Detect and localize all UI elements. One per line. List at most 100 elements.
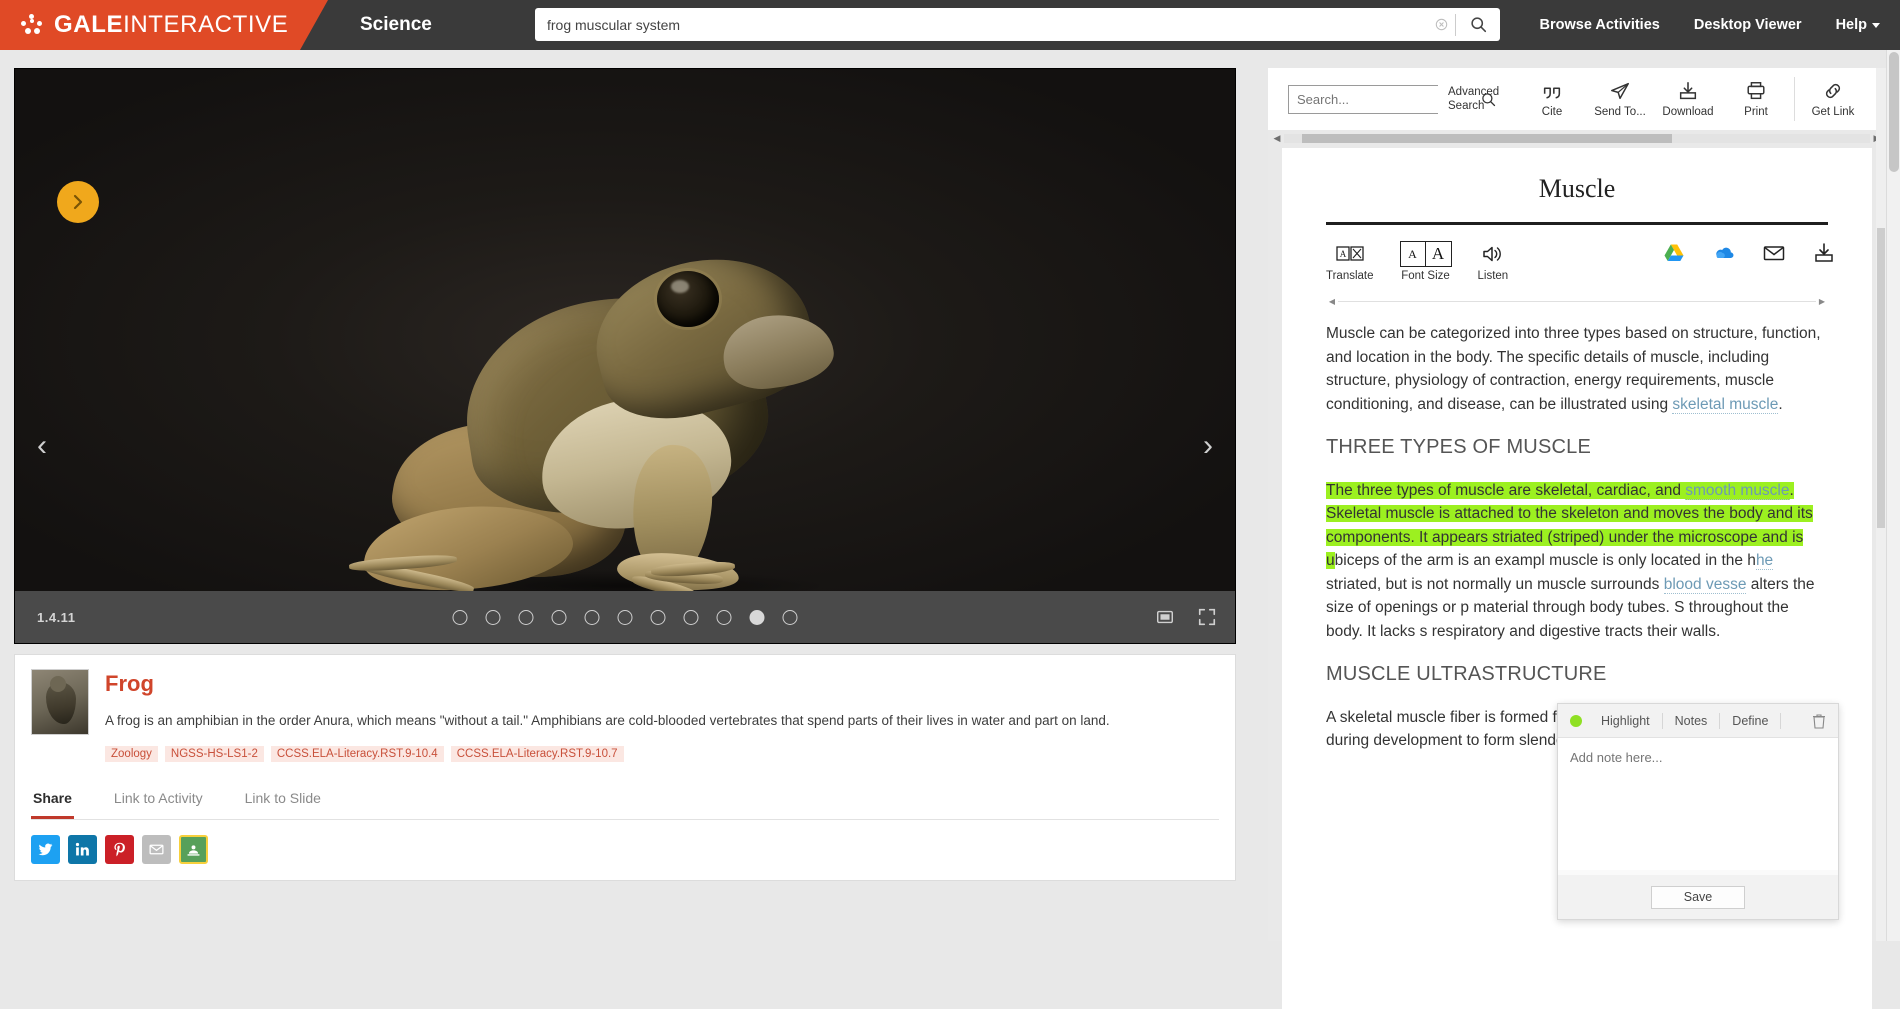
blood-vessels-link[interactable]: blood vesse bbox=[1663, 575, 1747, 594]
activity-title: Frog bbox=[105, 671, 154, 696]
delete-highlight-icon[interactable] bbox=[1812, 713, 1830, 729]
twitter-share-icon[interactable] bbox=[31, 834, 60, 864]
tab-link-to-slide[interactable]: Link to Slide bbox=[243, 784, 323, 819]
inner-scroll-right-icon[interactable]: ▶ bbox=[1816, 297, 1828, 306]
slide-dot-1[interactable] bbox=[452, 609, 468, 625]
paragraph-intro: Muscle can be categorized into three typ… bbox=[1326, 322, 1828, 416]
brand-logo-block[interactable]: GALEINTERACTIVE bbox=[0, 0, 328, 50]
viewer-view-buttons bbox=[1155, 607, 1217, 627]
theater-mode-icon[interactable] bbox=[1155, 607, 1175, 627]
highlight-color-swatch[interactable] bbox=[1570, 714, 1582, 727]
document-body: Muscle can be categorized into three typ… bbox=[1282, 306, 1872, 753]
font-size-button[interactable]: A A Font Size bbox=[1399, 241, 1452, 282]
interactive-3d-viewer[interactable]: ‹ › 1.4.11 bbox=[14, 68, 1236, 644]
save-note-button[interactable]: Save bbox=[1651, 885, 1745, 909]
standard-tag-2[interactable]: CCSS.ELA-Literacy.RST.9-10.4 bbox=[270, 745, 444, 762]
inner-scroll-track[interactable] bbox=[1338, 300, 1816, 302]
top-navigation-bar: GALEINTERACTIVE Science Browse Activitie… bbox=[0, 0, 1900, 50]
viewer-prev-arrow[interactable]: ‹ bbox=[37, 431, 47, 461]
frog-thumbnail[interactable] bbox=[31, 669, 89, 735]
slide-dot-7[interactable] bbox=[650, 609, 666, 625]
font-size-large[interactable]: A bbox=[1426, 242, 1451, 266]
tab-share[interactable]: Share bbox=[31, 784, 74, 819]
page-scrollbar[interactable] bbox=[1886, 50, 1900, 941]
download-button[interactable]: Download bbox=[1654, 80, 1722, 118]
highlight-action[interactable]: Highlight bbox=[1589, 714, 1662, 728]
frog-3d-model[interactable] bbox=[345, 219, 905, 619]
document-action-icons: Cite Send To... Download Print Get Link bbox=[1518, 77, 1867, 121]
standard-tag-1[interactable]: NGSS-HS-LS1-2 bbox=[164, 745, 264, 762]
slide-dot-2[interactable] bbox=[485, 609, 501, 625]
advanced-search-link[interactable]: Advanced Search bbox=[1448, 85, 1506, 114]
slide-dot-3[interactable] bbox=[518, 609, 534, 625]
standard-tag-0[interactable]: Zoology bbox=[105, 745, 158, 762]
fullscreen-icon[interactable] bbox=[1197, 607, 1217, 627]
viewer-next-step-button[interactable] bbox=[57, 181, 99, 223]
font-size-label: Font Size bbox=[1401, 270, 1450, 282]
slide-dots bbox=[452, 609, 798, 625]
linkedin-share-icon[interactable] bbox=[68, 834, 97, 864]
nav-desktop-viewer[interactable]: Desktop Viewer bbox=[1694, 17, 1802, 33]
email-icon[interactable] bbox=[1762, 241, 1786, 265]
quote-icon bbox=[1541, 80, 1563, 102]
slide-dot-10[interactable] bbox=[749, 609, 765, 625]
slide-dot-5[interactable] bbox=[584, 609, 600, 625]
send-to-button[interactable]: Send To... bbox=[1586, 80, 1654, 118]
slide-dot-4[interactable] bbox=[551, 609, 567, 625]
cite-label: Cite bbox=[1541, 106, 1563, 118]
tab-link-to-activity[interactable]: Link to Activity bbox=[112, 784, 205, 819]
slide-dot-8[interactable] bbox=[683, 609, 699, 625]
download-icon[interactable] bbox=[1812, 241, 1836, 265]
link-icon bbox=[1822, 80, 1844, 102]
heart-link[interactable]: he bbox=[1755, 552, 1774, 571]
page-scroll-thumb[interactable] bbox=[1889, 52, 1899, 172]
document-panel: Advanced Search Cite Send To... Download bbox=[1268, 68, 1886, 1009]
define-action[interactable]: Define bbox=[1720, 714, 1780, 728]
nav-browse-activities[interactable]: Browse Activities bbox=[1540, 17, 1660, 33]
types-text-k: their walls. bbox=[1647, 622, 1721, 640]
translate-icon: A bbox=[1336, 241, 1364, 267]
font-size-icon: A A bbox=[1399, 241, 1452, 267]
email-share-icon[interactable] bbox=[142, 834, 171, 864]
google-classroom-share-icon[interactable] bbox=[179, 834, 208, 864]
slide-dot-11[interactable] bbox=[782, 609, 798, 625]
types-text-j: respiratory and digestive tracts bbox=[1431, 622, 1643, 640]
onedrive-icon[interactable] bbox=[1712, 241, 1736, 265]
heading-ultrastructure: MUSCLE ULTRASTRUCTURE bbox=[1326, 663, 1607, 686]
types-text-d: muscle is only located in the h bbox=[1549, 552, 1756, 570]
scroll-track[interactable] bbox=[1284, 133, 1870, 143]
scroll-thumb[interactable] bbox=[1302, 133, 1672, 143]
notes-action[interactable]: Notes bbox=[1663, 714, 1720, 728]
viewer-canvas[interactable]: ‹ › bbox=[15, 69, 1235, 643]
smooth-muscle-link[interactable]: smooth muscle bbox=[1685, 481, 1790, 500]
clear-search-icon[interactable] bbox=[1427, 9, 1455, 40]
listen-button[interactable]: Listen bbox=[1478, 241, 1508, 282]
document-horizontal-scrollbar[interactable]: ◀ ▶ bbox=[1268, 130, 1886, 146]
inner-scroll-left-icon[interactable]: ◀ bbox=[1326, 297, 1338, 306]
get-link-button[interactable]: Get Link bbox=[1799, 80, 1867, 118]
viewer-bottom-bar: 1.4.11 bbox=[15, 591, 1235, 643]
slide-dot-6[interactable] bbox=[617, 609, 633, 625]
standard-tag-3[interactable]: CCSS.ELA-Literacy.RST.9-10.7 bbox=[450, 745, 624, 762]
cite-button[interactable]: Cite bbox=[1518, 80, 1586, 118]
activity-description: A frog is an amphibian in the order Anur… bbox=[105, 713, 1110, 728]
document-inner-scrollbar[interactable]: ◀ ▶ bbox=[1326, 296, 1828, 306]
skeletal-muscle-link[interactable]: skeletal muscle bbox=[1672, 395, 1779, 414]
document-panel-scrollbar[interactable] bbox=[1876, 68, 1886, 941]
viewer-next-arrow[interactable]: › bbox=[1203, 431, 1213, 461]
search-input[interactable] bbox=[535, 9, 1427, 40]
svg-text:A: A bbox=[1340, 249, 1347, 259]
translate-button[interactable]: A Translate bbox=[1326, 241, 1374, 282]
note-textarea[interactable] bbox=[1558, 738, 1838, 870]
print-button[interactable]: Print bbox=[1722, 80, 1790, 118]
scroll-left-icon[interactable]: ◀ bbox=[1270, 133, 1284, 144]
slide-dot-9[interactable] bbox=[716, 609, 732, 625]
google-drive-icon[interactable] bbox=[1662, 241, 1686, 265]
document-panel-scroll-thumb[interactable] bbox=[1877, 228, 1885, 528]
search-submit-icon[interactable] bbox=[1456, 9, 1500, 40]
nav-help[interactable]: Help bbox=[1836, 17, 1880, 33]
font-size-small[interactable]: A bbox=[1401, 242, 1426, 266]
pinterest-share-icon[interactable] bbox=[105, 834, 134, 864]
note-action-bar: Highlight Notes Define bbox=[1558, 704, 1838, 738]
intro-text-b: . bbox=[1778, 395, 1783, 413]
